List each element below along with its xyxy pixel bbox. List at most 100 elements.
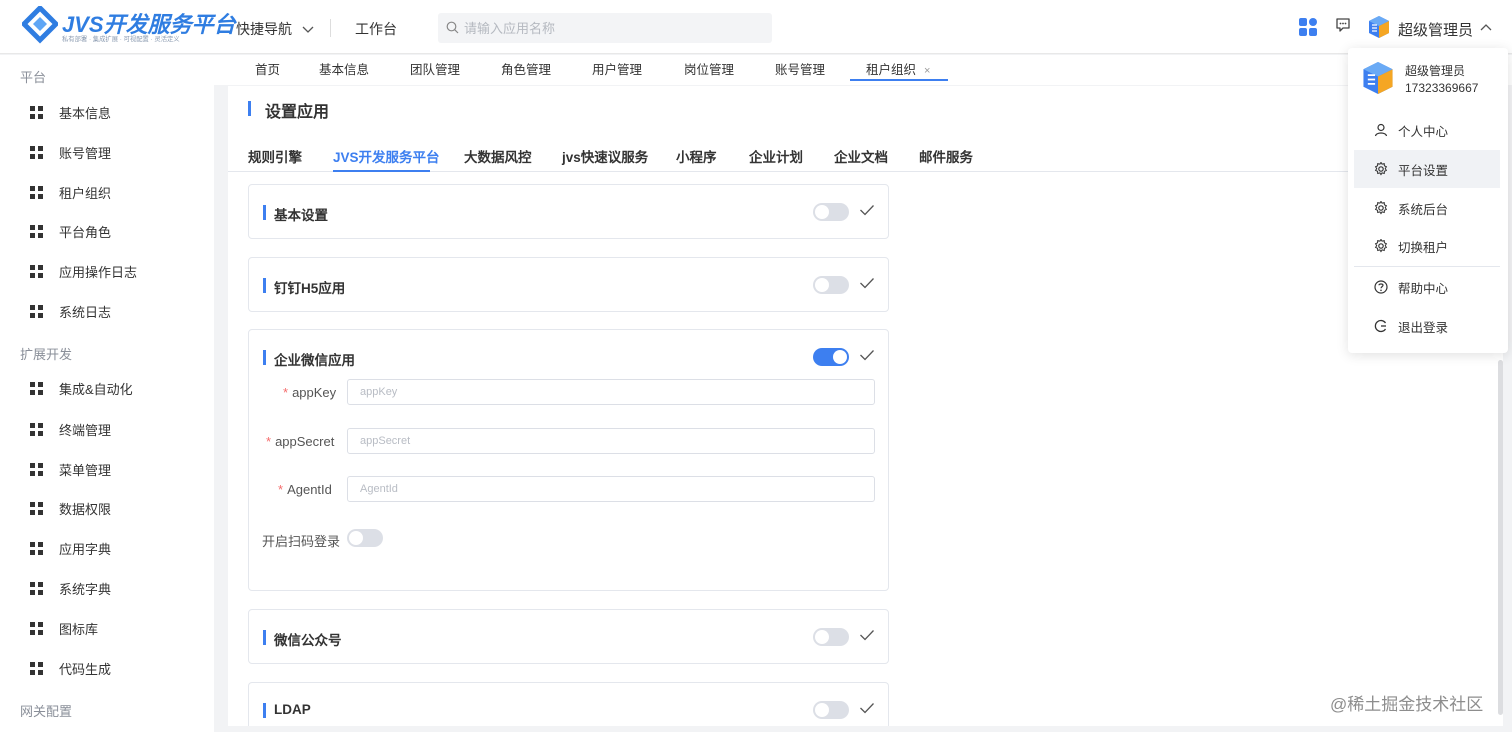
quick-nav-menu[interactable]: 快捷导航 <box>236 19 314 39</box>
menu-item-profile[interactable]: 个人中心 <box>1354 111 1500 149</box>
sidebar-item-terminal[interactable]: 终端管理 <box>30 419 111 439</box>
chevron-up-icon[interactable] <box>1480 23 1492 31</box>
subtab-bigdata-risk[interactable]: 大数据风控 <box>464 146 532 166</box>
message-icon[interactable] <box>1335 17 1351 33</box>
sidebar-item-label: 系统字典 <box>59 581 112 597</box>
tab-home[interactable]: 首页 <box>255 59 280 78</box>
menu-divider <box>1354 266 1500 267</box>
top-header: JVS开发服务平台 私有部署 · 集成扩展 · 可视配置 · 灵活定义 快捷导航… <box>0 0 1512 54</box>
subtab-rule-engine[interactable]: 规则引擎 <box>248 146 302 166</box>
sidebar-item-system-log[interactable]: 系统日志 <box>30 301 111 321</box>
required-mark: * <box>283 385 289 400</box>
check-icon[interactable] <box>859 348 875 362</box>
search-icon <box>446 21 459 34</box>
sidebar-item-integration[interactable]: 集成&自动化 <box>30 378 133 398</box>
subtab-enterprise-plan[interactable]: 企业计划 <box>749 146 803 166</box>
card-title: 微信公众号 <box>263 629 342 649</box>
sidebar-item-icon-library[interactable]: 图标库 <box>30 618 98 638</box>
card-title: 企业微信应用 <box>263 349 355 369</box>
sidebar-item-platform-role[interactable]: 平台角色 <box>30 221 111 241</box>
user-dropdown-menu: 超级管理员 17323369667 个人中心 平台设置 系统后台 切换租户 帮助… <box>1348 48 1508 353</box>
subtab-mini-program[interactable]: 小程序 <box>676 146 717 166</box>
apps-grid-icon[interactable] <box>1298 17 1318 37</box>
card-ldap: LDAP <box>248 682 889 726</box>
menu-item-logout[interactable]: 退出登录 <box>1354 307 1500 345</box>
menu-item-platform-settings[interactable]: 平台设置 <box>1354 150 1500 188</box>
check-icon[interactable] <box>859 276 875 290</box>
sidebar-item-label: 终端管理 <box>59 422 112 438</box>
sidebar-item-app-log[interactable]: 应用操作日志 <box>30 261 137 281</box>
menu-item-label: 退出登录 <box>1398 320 1449 335</box>
help-icon <box>1374 280 1388 294</box>
card-title: 基本设置 <box>263 204 328 224</box>
close-icon[interactable]: × <box>924 65 930 77</box>
sidebar-item-label: 应用操作日志 <box>59 264 138 280</box>
agentid-label-text: AgentId <box>287 482 332 497</box>
menu-item-system-backend[interactable]: 系统后台 <box>1354 189 1500 227</box>
sidebar-item-data-permission[interactable]: 数据权限 <box>30 498 111 518</box>
logout-icon <box>1374 319 1387 333</box>
sidebar: 平台 基本信息 账号管理 租户组织 平台角色 应用操作日志 系统日志 扩展开发 … <box>0 55 214 732</box>
avatar[interactable] <box>1368 15 1390 39</box>
scrollbar[interactable] <box>1498 360 1503 715</box>
required-mark: * <box>266 434 272 449</box>
grid-icon <box>30 304 43 318</box>
workbench-link[interactable]: 工作台 <box>355 19 397 39</box>
subtab-jvs-platform[interactable]: JVS开发服务平台 <box>333 146 440 166</box>
sidebar-item-label: 账号管理 <box>59 145 112 161</box>
menu-item-switch-tenant[interactable]: 切换租户 <box>1354 227 1500 265</box>
tab-role[interactable]: 角色管理 <box>501 59 551 78</box>
grid-icon <box>30 422 43 436</box>
tab-account[interactable]: 账号管理 <box>775 59 825 78</box>
sidebar-item-label: 代码生成 <box>59 661 112 677</box>
sidebar-item-menu[interactable]: 菜单管理 <box>30 459 111 479</box>
grid-icon <box>30 185 43 199</box>
card-basic-settings: 基本设置 <box>248 184 889 239</box>
enable-toggle[interactable] <box>813 203 849 221</box>
subtab-enterprise-docs[interactable]: 企业文档 <box>834 146 888 166</box>
tab-basic-info[interactable]: 基本信息 <box>319 59 369 78</box>
sidebar-item-system-dict[interactable]: 系统字典 <box>30 578 111 598</box>
subtab-jvs-quick-meeting[interactable]: jvs快速议服务 <box>562 146 648 166</box>
grid-icon <box>30 145 43 159</box>
check-icon[interactable] <box>859 701 875 715</box>
sidebar-item-tenant[interactable]: 租户组织 <box>30 182 111 202</box>
sidebar-group-gateway[interactable]: 网关配置 <box>20 701 72 720</box>
sidebar-item-label: 集成&自动化 <box>59 381 133 397</box>
sidebar-item-label: 应用字典 <box>59 541 112 557</box>
appkey-input[interactable] <box>347 379 875 405</box>
sidebar-item-basic-info[interactable]: 基本信息 <box>30 102 111 122</box>
appsecret-label-text: appSecret <box>275 434 335 449</box>
logo-icon <box>22 6 58 44</box>
agentid-input[interactable] <box>347 476 875 502</box>
scan-login-toggle[interactable] <box>347 529 383 547</box>
agentid-label: * AgentId <box>278 482 332 497</box>
tab-team[interactable]: 团队管理 <box>410 59 460 78</box>
sidebar-item-app-dict[interactable]: 应用字典 <box>30 538 111 558</box>
check-icon[interactable] <box>859 203 875 217</box>
logo[interactable]: JVS开发服务平台 私有部署 · 集成扩展 · 可视配置 · 灵活定义 <box>22 6 236 48</box>
header-username[interactable]: 超级管理员 <box>1398 19 1473 40</box>
dropdown-username: 超级管理员 <box>1405 64 1466 78</box>
subtab-mail-service[interactable]: 邮件服务 <box>919 146 973 166</box>
tab-post[interactable]: 岗位管理 <box>684 59 734 78</box>
appsecret-label: * appSecret <box>266 434 334 449</box>
enable-toggle[interactable] <box>813 701 849 719</box>
enable-toggle[interactable] <box>813 348 849 366</box>
sidebar-item-code-gen[interactable]: 代码生成 <box>30 658 111 678</box>
sidebar-item-account[interactable]: 账号管理 <box>30 142 111 162</box>
sidebar-item-label: 菜单管理 <box>59 462 112 478</box>
main-panel: 设置应用 规则引擎 JVS开发服务平台 大数据风控 jvs快速议服务 小程序 企… <box>228 86 1503 726</box>
enable-toggle[interactable] <box>813 276 849 294</box>
sidebar-group-extension: 扩展开发 <box>20 347 73 362</box>
app-subtabs: 规则引擎 JVS开发服务平台 大数据风控 jvs快速议服务 小程序 企业计划 企… <box>228 144 1503 172</box>
menu-item-help[interactable]: 帮助中心 <box>1354 268 1500 306</box>
grid-icon <box>30 105 43 119</box>
enable-toggle[interactable] <box>813 628 849 646</box>
check-icon[interactable] <box>859 628 875 642</box>
app-search-input[interactable] <box>464 13 764 43</box>
app-search <box>438 13 772 43</box>
tab-user[interactable]: 用户管理 <box>592 59 642 78</box>
tab-tenant[interactable]: 租户组织 × <box>866 59 930 78</box>
appsecret-input[interactable] <box>347 428 875 454</box>
